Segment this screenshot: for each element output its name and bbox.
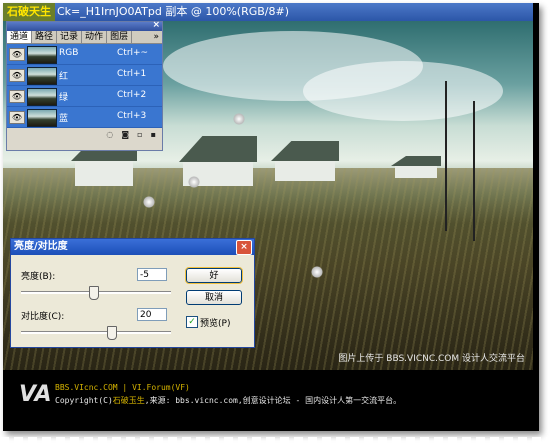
channel-row-red[interactable]: 👁 红 Ctrl+1 [7,65,162,86]
delete-channel-icon[interactable]: ▪ [151,130,156,139]
load-selection-icon[interactable]: ◌ [106,130,113,139]
save-selection-icon[interactable]: ◙ [121,130,129,139]
tab-paths[interactable]: 路径 [32,31,58,43]
dialog-close-icon[interactable]: × [236,240,252,255]
brightness-label: 亮度(B): [21,272,56,282]
channel-shortcut: Ctrl+~ [117,48,149,58]
grass-stalk [445,81,447,231]
panel-tabs: 通道 路径 记录 动作 图层 » [7,31,162,44]
house [271,141,339,181]
channel-thumbnail [27,46,57,64]
dialog-title: 亮度/对比度 [14,241,68,252]
channel-thumbnail [27,88,57,106]
preview-checkbox[interactable]: ✓ [186,316,198,328]
grass-stalk [473,101,475,241]
panel-menu-icon[interactable]: » [153,31,162,43]
channel-row-rgb[interactable]: 👁 RGB Ctrl+~ [7,44,162,65]
tab-history[interactable]: 记录 [57,31,83,43]
visibility-eye-icon[interactable]: 👁 [9,69,25,82]
tab-channels[interactable]: 通道 [7,31,33,43]
brightness-input[interactable]: -5 [137,268,167,281]
channel-name: 蓝 [59,114,69,124]
forum-footer: VA BBS.VIcnc.COM | VI.Forum(VF) Copyrigh… [3,372,533,431]
contrast-track[interactable] [21,331,171,334]
ok-button[interactable]: 好 [185,267,243,284]
tab-actions[interactable]: 动作 [82,31,108,43]
dandelion [233,113,245,125]
channel-shortcut: Ctrl+3 [117,111,147,121]
contrast-slider-thumb[interactable] [107,326,117,340]
preview-label[interactable]: 预览(P) [200,316,230,329]
cancel-button[interactable]: 取消 [186,290,242,305]
brightness-slider-thumb[interactable] [89,286,99,300]
visibility-eye-icon[interactable]: 👁 [9,48,25,61]
visibility-eye-icon[interactable]: 👁 [9,111,25,124]
new-channel-icon[interactable]: ▫ [137,130,142,139]
channel-row-blue[interactable]: 👁 蓝 Ctrl+3 [7,107,162,128]
torn-edge-bottom [0,437,550,447]
forum-logo: VA [19,382,52,407]
channel-name: RGB [59,48,79,58]
channel-name: 红 [59,72,69,82]
footer-line-1: BBS.VIcnc.COM | VI.Forum(VF) [55,383,190,392]
watermark-logo: 石破天生 [3,3,55,21]
dandelion [188,176,200,188]
brightness-contrast-dialog: 亮度/对比度 × 亮度(B): -5 对比度(C): 20 好 取消 ✓ 预览(… [10,238,255,348]
document-titlebar: 石破天生 Ck=_H1IrnJO0ATpd 副本 @ 100%(RGB/8#) [3,3,533,21]
visibility-eye-icon[interactable]: 👁 [9,90,25,103]
channel-shortcut: Ctrl+2 [117,90,147,100]
channel-row-green[interactable]: 👁 绿 Ctrl+2 [7,86,162,107]
panel-footer: ◌ ◙ ▫ ▪ [7,128,162,140]
channel-name: 绿 [59,93,69,103]
channels-panel: × 通道 路径 记录 动作 图层 » 👁 RGB Ctrl+~ 👁 红 Ctrl… [6,20,163,151]
panel-close-icon[interactable]: × [152,20,160,30]
panel-titlebar[interactable]: × [7,20,162,31]
contrast-label: 对比度(C): [21,312,65,322]
dandelion [143,196,155,208]
document-title: Ck=_H1IrnJO0ATpd 副本 @ 100%(RGB/8#) [57,5,289,18]
footer-line-2: Copyright(C)石破玉生,来源: bbs.vicnc.com,创意设计论… [55,396,402,405]
channel-thumbnail [27,67,57,85]
tab-layers[interactable]: 图层 [107,31,133,43]
contrast-input[interactable]: 20 [137,308,167,321]
house [391,156,441,178]
channel-thumbnail [27,109,57,127]
photo-watermark: 图片上传于 BBS.VICNC.COM 设计人交流平台 [338,354,525,364]
dialog-titlebar[interactable]: 亮度/对比度 × [11,239,254,255]
dandelion [311,266,323,278]
channel-shortcut: Ctrl+1 [117,69,147,79]
